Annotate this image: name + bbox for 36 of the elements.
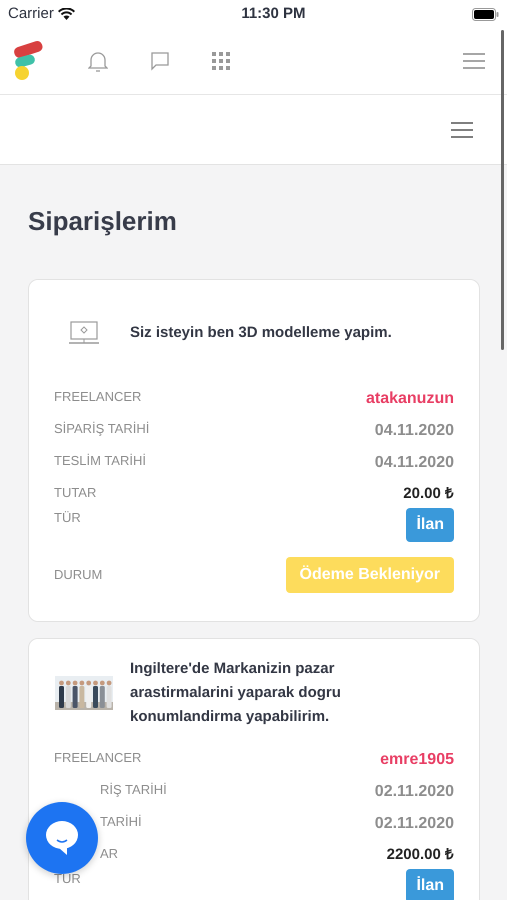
clock-time: 11:30 PM <box>241 4 306 24</box>
field-label: TUTAR <box>54 484 96 502</box>
freelancer-link[interactable]: atakanuzun <box>366 387 454 411</box>
field-label: TESLİM TARİHİ <box>54 452 146 470</box>
date-value: 04.11.2020 <box>374 453 454 473</box>
field-label: SİPARİŞ TARİHİ <box>54 420 150 438</box>
menu-icon[interactable] <box>451 122 473 138</box>
field-label: AR <box>99 845 118 863</box>
bell-icon[interactable] <box>88 50 108 72</box>
field-label: FREELANCER <box>54 388 142 406</box>
type-button[interactable]: İlan <box>406 869 454 900</box>
order-title: Ingiltere'de Markanizin pazar arastirmalarini yaparak dogru konumlandirma yapabilirim. <box>130 659 342 727</box>
date-value: 04.11.2020 <box>374 421 454 441</box>
monitor-icon <box>68 321 100 345</box>
field-label: TÜR <box>54 870 81 888</box>
field-label: RİŞ TARİHİ <box>99 781 167 799</box>
type-button[interactable]: İlan <box>406 508 454 542</box>
field-label: FREELANCER <box>54 749 142 767</box>
chat-icon[interactable] <box>150 51 170 71</box>
logo-icon[interactable] <box>12 40 44 82</box>
order-title: Siz isteyin ben 3D modelleme yapim. <box>130 323 392 343</box>
field-label: DURUM <box>54 566 102 584</box>
amount-value: 20.00 ₺ <box>403 484 454 504</box>
page-title: Siparişlerim <box>28 205 178 237</box>
chat-bubble-icon <box>45 820 79 856</box>
amount-value: 2200.00 ₺ <box>386 845 454 865</box>
date-value: 02.11.2020 <box>374 782 454 802</box>
carrier-label: Carrier <box>8 4 54 24</box>
grid-icon[interactable] <box>212 52 230 70</box>
battery-icon <box>472 8 499 20</box>
menu-icon[interactable] <box>463 53 485 69</box>
field-label: TÜR <box>54 509 81 527</box>
field-label: TARİHİ <box>99 813 142 831</box>
freelancer-link[interactable]: emre1905 <box>380 748 454 772</box>
date-value: 02.11.2020 <box>374 814 454 834</box>
wifi-icon <box>58 8 75 20</box>
